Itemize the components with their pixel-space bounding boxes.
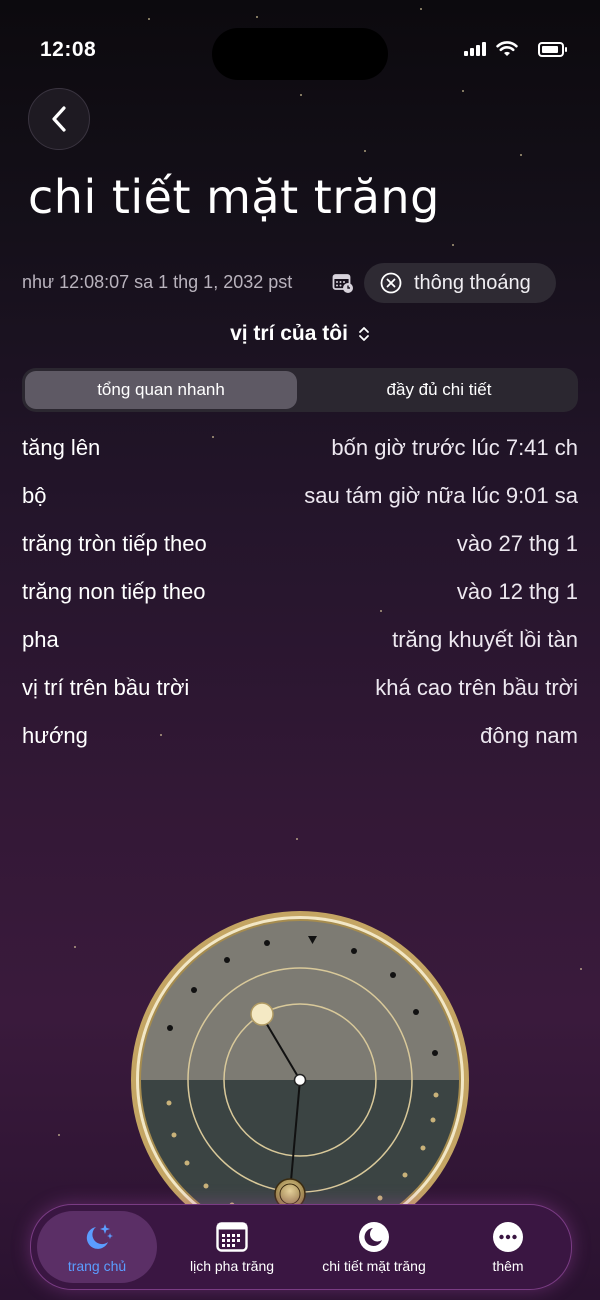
chevron-updown-icon	[359, 327, 369, 342]
status-time: 12:08	[40, 38, 97, 61]
detail-value: khá cao trên bầu trời	[375, 675, 578, 700]
ellipsis-circle-icon	[493, 1222, 523, 1252]
segment-full-details[interactable]: đầy đủ chi tiết	[303, 371, 575, 409]
detail-row-next-new-moon: trăng non tiếp theo vào 12 thg 1	[22, 568, 578, 616]
moon-stars-icon	[86, 1224, 113, 1249]
detail-label: trăng tròn tiếp theo	[22, 531, 207, 556]
detail-label: hướng	[22, 723, 88, 748]
detail-label: vị trí trên bầu trời	[22, 675, 190, 700]
moon-position-dial	[130, 910, 470, 1250]
detail-label: tăng lên	[22, 435, 101, 460]
tab-more[interactable]: thêm	[451, 1205, 565, 1289]
status-bar: 12:08	[0, 0, 600, 100]
location-label: vị trí của tôi	[230, 322, 348, 345]
weather-label: thông thoáng	[414, 271, 531, 294]
tab-more-label: thêm	[492, 1258, 524, 1274]
detail-label: bộ	[22, 483, 47, 508]
tab-detail-label: chi tiết mặt trăng	[322, 1258, 426, 1274]
detail-value: vào 12 thg 1	[456, 579, 578, 604]
wifi-icon	[496, 41, 518, 56]
detail-value: đông nam	[480, 723, 578, 748]
weather-filter-chip[interactable]: thông thoáng	[364, 263, 556, 303]
moon-marker	[250, 1002, 274, 1026]
detail-value: vào 27 thg 1	[456, 531, 578, 556]
detail-value: sau tám giờ nữa lúc 9:01 sa	[304, 483, 578, 508]
detail-segmented-control: tổng quan nhanh đầy đủ chi tiết	[22, 368, 578, 412]
dial-sky	[140, 920, 460, 1080]
back-chevron-icon	[52, 106, 66, 132]
calendar-grid-icon	[216, 1222, 248, 1252]
detail-row-next-full-moon: trăng tròn tiếp theo vào 27 thg 1	[22, 520, 578, 568]
detail-label: trăng non tiếp theo	[22, 579, 206, 604]
moon-circle-icon	[359, 1222, 389, 1252]
segment-quick-overview[interactable]: tổng quan nhanh	[25, 371, 297, 409]
bottom-tab-bar: trang chủ lịch pha trăng chi tiết mặt tr…	[30, 1204, 572, 1290]
calendar-clock-icon[interactable]	[332, 272, 354, 294]
detail-label: pha	[22, 627, 59, 652]
tab-moon-detail[interactable]: chi tiết mặt trăng	[307, 1205, 441, 1289]
tab-phase-calendar[interactable]: lịch pha trăng	[167, 1205, 297, 1289]
page-title: chi tiết mặt trăng	[28, 170, 440, 224]
detail-row-direction: hướng đông nam	[22, 712, 578, 760]
detail-value: bốn giờ trước lúc 7:41 ch	[331, 435, 578, 460]
tab-home[interactable]: trang chủ	[37, 1211, 157, 1283]
close-circle-icon[interactable]	[380, 272, 402, 294]
detail-row-sky-position: vị trí trên bầu trời khá cao trên bầu tr…	[22, 664, 578, 712]
location-selector[interactable]: vị trí của tôi	[0, 322, 600, 346]
detail-row-rise: tăng lên bốn giờ trước lúc 7:41 ch	[22, 424, 578, 472]
detail-value: trăng khuyết lồi tàn	[392, 627, 578, 652]
detail-row-set: bộ sau tám giờ nữa lúc 9:01 sa	[22, 472, 578, 520]
moon-details-list: tăng lên bốn giờ trước lúc 7:41 ch bộ sa…	[22, 424, 578, 760]
signal-icon	[464, 42, 486, 56]
detail-row-phase: pha trăng khuyết lồi tàn	[22, 616, 578, 664]
dynamic-island	[212, 28, 388, 80]
timestamp-label: như 12:08:07 sa 1 thg 1, 2032 pst	[22, 272, 293, 292]
dial-center	[293, 1073, 307, 1087]
back-button[interactable]	[28, 88, 90, 150]
tab-home-label: trang chủ	[67, 1258, 127, 1274]
tab-calendar-label: lịch pha trăng	[189, 1258, 275, 1274]
battery-icon	[538, 42, 567, 57]
